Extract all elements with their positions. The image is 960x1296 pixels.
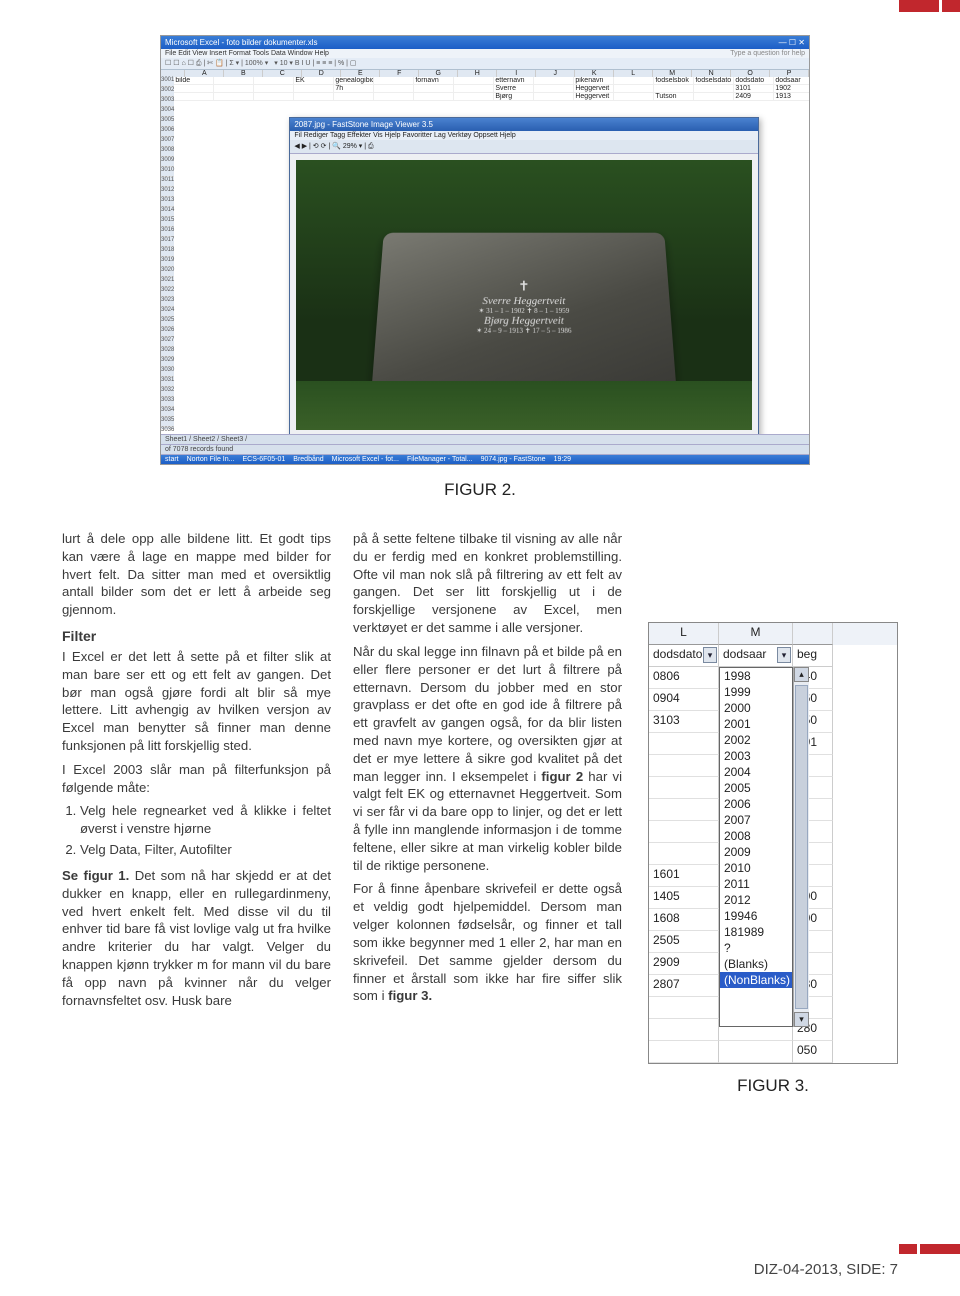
viewer-menubar: Fil Rediger Tagg Effekter Vis Hjelp Favo… [290, 131, 758, 140]
paragraph: Se figur 1. Det som nå har skjedd er at … [62, 867, 331, 1010]
viewer-titlebar: 2087.jpg - FastStone Image Viewer 3.5 [290, 118, 758, 131]
field-dodsdato: dodsdato ▾ [649, 645, 719, 667]
figure-3-caption: FIGUR 3. [648, 1076, 898, 1096]
viewer-image-area: ✝ Sverre Heggertveit ✶ 31 – 1 – 1902 ✝ 8… [296, 160, 752, 430]
start-button: start [165, 456, 179, 463]
excel-sheet-tabs: Sheet1 / Sheet2 / Sheet3 / [161, 434, 809, 444]
footer-accent [896, 1244, 960, 1254]
col-header-blank [793, 623, 833, 645]
col-header-M: M [719, 623, 793, 645]
excel-titlebar: Microsoft Excel - foto bilder dokumenter… [161, 36, 809, 49]
numbered-list: Velg hele regnearket ved å klikke i felt… [80, 802, 331, 858]
excel-menubar: File Edit View Insert Format Tools Data … [161, 49, 809, 58]
excel-statusbar: of 7078 records found [161, 444, 809, 454]
figure-3-area: L M dodsdato ▾ dodsaar ▾ beg 08061400904… [648, 622, 898, 1096]
page-footer: DIZ-04-2013, SIDE: 7 [754, 1261, 898, 1278]
filter-dropdown-icon: ▾ [703, 647, 717, 663]
figure-2-caption: FIGUR 2. [0, 480, 960, 500]
windows-taskbar: start Norton File In...ECS-6F05-01Bredbå… [161, 454, 809, 464]
window-controls: — ☐ ✕ [779, 38, 805, 47]
paragraph: på å sette feltene tilbake til visning a… [353, 530, 622, 637]
cross-icon: ✝ [519, 278, 531, 294]
excel-toolbar-1: ☐ ☐ ⌂ ☐ ⎙ | ✄ 📋 | Σ ▾ | 100% ▾ ▾ 10 ▾ B … [161, 58, 809, 70]
paragraph: I Excel 2003 slår man på filterfunksjon … [62, 761, 331, 797]
filter-heading: Filter [62, 627, 331, 646]
header-accent [896, 0, 960, 12]
filter-dropdown-icon: ▾ [777, 647, 791, 663]
article-body: lurt å dele opp alle bildene litt. Et go… [62, 530, 622, 1013]
paragraph: I Excel er det lett å sette på et filter… [62, 648, 331, 755]
list-item: Velg hele regnearket ved å klikke i felt… [80, 802, 331, 838]
field-beg: beg [793, 645, 833, 667]
excel-sheet: ABCDEFGHIJKLMNOP 30013002300330043005300… [161, 70, 809, 434]
paragraph: lurt å dele opp alle bildene litt. Et go… [62, 530, 331, 619]
list-item: Velg Data, Filter, Autofilter [80, 841, 331, 859]
field-dodsaar: dodsaar ▾ [719, 645, 793, 667]
figure-2-screenshot: Microsoft Excel - foto bilder dokumenter… [160, 35, 810, 465]
figure-3-excel-filter: L M dodsdato ▾ dodsaar ▾ beg 08061400904… [648, 622, 898, 1064]
paragraph: Når du skal legge inn filnavn på et bild… [353, 643, 622, 875]
excel-title: Microsoft Excel - foto bilder dokumenter… [165, 38, 318, 47]
col-header-L: L [649, 623, 719, 645]
viewer-toolbar: ◀ ▶ | ⟲ ⟳ | 🔍 29% ▾ | ⎙ [290, 140, 758, 154]
gravestone-image: ✝ Sverre Heggertveit ✶ 31 – 1 – 1902 ✝ 8… [372, 232, 676, 385]
autofilter-dropdown: 1998199920002001200220032004200520062007… [719, 667, 793, 1027]
paragraph: For å finne åpenbare skrivefeil er dette… [353, 880, 622, 1005]
image-viewer-window: 2087.jpg - FastStone Image Viewer 3.5 Fi… [289, 117, 759, 434]
